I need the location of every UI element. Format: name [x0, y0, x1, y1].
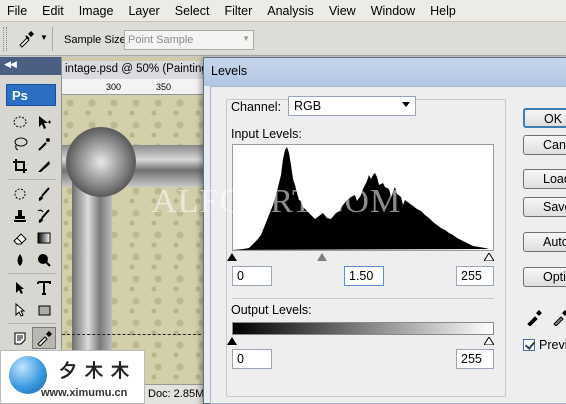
history-brush-icon[interactable] — [32, 205, 56, 227]
preview-label: Preview — [539, 338, 566, 352]
sample-size-value: Point Sample — [128, 34, 194, 46]
gray-point-eyedropper-icon[interactable] — [552, 308, 566, 326]
menu-image[interactable]: Image — [72, 4, 122, 18]
channel-label: Channel: — [231, 100, 282, 114]
output-black-field[interactable]: 0 — [232, 349, 272, 369]
site-logo: 夕木木 www.ximumu.cn — [0, 350, 145, 404]
sample-size-select[interactable]: Point Sample ▼ — [124, 30, 254, 50]
menu-analysis[interactable]: Analysis — [260, 4, 322, 18]
ruler-label: 300 — [106, 82, 122, 92]
menu-view[interactable]: View — [322, 4, 364, 18]
lasso-tool-icon[interactable] — [8, 133, 32, 155]
frame-ornament — [66, 127, 136, 197]
menu-select[interactable]: Select — [168, 4, 218, 18]
menu-help[interactable]: Help — [423, 4, 464, 18]
move-tool-icon[interactable] — [32, 111, 56, 133]
crop-tool-icon[interactable] — [8, 155, 32, 177]
slice-tool-icon[interactable] — [32, 155, 56, 177]
dialog-title-bar[interactable]: Levels — [204, 58, 566, 86]
options-bar: ▼ Sample Size: Point Sample ▼ — [0, 22, 566, 56]
ruler-label: 350 — [156, 82, 172, 92]
input-white-field[interactable]: 255 — [456, 266, 494, 286]
dodge-tool-icon[interactable] — [32, 249, 56, 271]
input-white-slider-icon[interactable] — [484, 253, 494, 261]
save-button[interactable]: Save... — [523, 197, 566, 217]
output-gradient-bar — [232, 322, 494, 335]
load-button[interactable]: Load... — [523, 169, 566, 189]
gradient-tool-icon[interactable] — [32, 227, 56, 249]
menu-file[interactable]: File — [0, 4, 35, 18]
options-bar-grip[interactable] — [3, 27, 7, 51]
path-selection-icon[interactable] — [8, 277, 32, 299]
options-separator — [52, 27, 53, 51]
marquee-tool-icon[interactable] — [8, 111, 32, 133]
menu-window[interactable]: Window — [364, 4, 423, 18]
menu-edit[interactable]: Edit — [35, 4, 72, 18]
output-white-slider-icon[interactable] — [484, 337, 494, 345]
levels-dialog: Levels Channel: RGB Input Levels: 0 1.50… — [203, 57, 566, 404]
horizontal-ruler: 300 350 — [62, 79, 206, 95]
ps-logo[interactable]: Ps — [6, 84, 56, 106]
document-size: Doc: 2.85M — [148, 388, 205, 400]
clone-stamp-icon[interactable] — [8, 205, 32, 227]
eraser-tool-icon[interactable] — [8, 227, 32, 249]
chevron-down-icon: ▼ — [242, 34, 250, 43]
input-gamma-field[interactable]: 1.50 — [344, 266, 384, 286]
logo-chinese-text: 夕木木 — [59, 361, 137, 381]
options-button[interactable]: Options... — [523, 267, 566, 287]
output-white-field[interactable]: 255 — [456, 349, 494, 369]
toolbox-collapse-icon[interactable]: ◀◀ — [0, 57, 61, 75]
shape-tool-icon[interactable] — [32, 299, 56, 321]
output-levels-slider[interactable] — [227, 337, 494, 346]
channel-value: RGB — [294, 99, 322, 113]
tool-preset-caret-icon[interactable]: ▼ — [40, 33, 48, 42]
channel-select[interactable]: RGB — [288, 96, 416, 116]
watermark-text: ALFOART.COM — [152, 183, 402, 220]
preview-checkbox[interactable]: Preview — [523, 338, 566, 354]
type-tool-icon[interactable] — [32, 277, 56, 299]
document-canvas[interactable] — [62, 95, 206, 385]
eyedropper-icon[interactable] — [14, 28, 38, 50]
input-black-slider-icon[interactable] — [227, 253, 237, 261]
output-black-slider-icon[interactable] — [227, 337, 237, 345]
output-levels-label: Output Levels: — [231, 303, 312, 317]
auto-button[interactable]: Auto — [523, 232, 566, 252]
tool-grid — [8, 111, 56, 349]
menu-bar: File Edit Image Layer Select Filter Anal… — [0, 0, 566, 22]
magic-wand-icon[interactable] — [32, 133, 56, 155]
logo-url: www.ximumu.cn — [41, 387, 128, 399]
brush-tool-icon[interactable] — [32, 183, 56, 205]
notes-tool-icon[interactable] — [8, 327, 32, 349]
chevron-down-icon — [402, 102, 410, 107]
levels-divider — [232, 298, 494, 299]
cancel-button[interactable]: Cancel — [523, 135, 566, 155]
dialog-title: Levels — [211, 64, 248, 78]
menu-layer[interactable]: Layer — [121, 4, 167, 18]
input-levels-slider[interactable] — [227, 253, 494, 262]
direct-selection-icon[interactable] — [8, 299, 32, 321]
black-point-eyedropper-icon[interactable] — [526, 308, 544, 326]
selection-marquee — [62, 334, 206, 335]
document-title[interactable]: intage.psd @ 50% (Painting — [62, 61, 206, 79]
input-black-field[interactable]: 0 — [232, 266, 272, 286]
ok-button[interactable]: OK — [523, 108, 566, 128]
blur-tool-icon[interactable] — [8, 249, 32, 271]
healing-brush-icon[interactable] — [8, 183, 32, 205]
eyedropper-tool-icon[interactable] — [32, 327, 56, 349]
sample-size-label: Sample Size: — [64, 34, 129, 46]
input-gamma-slider-icon[interactable] — [317, 253, 327, 261]
input-levels-label: Input Levels: — [231, 127, 302, 141]
checkbox-checked-icon[interactable] — [523, 339, 535, 351]
menu-filter[interactable]: Filter — [217, 4, 260, 18]
